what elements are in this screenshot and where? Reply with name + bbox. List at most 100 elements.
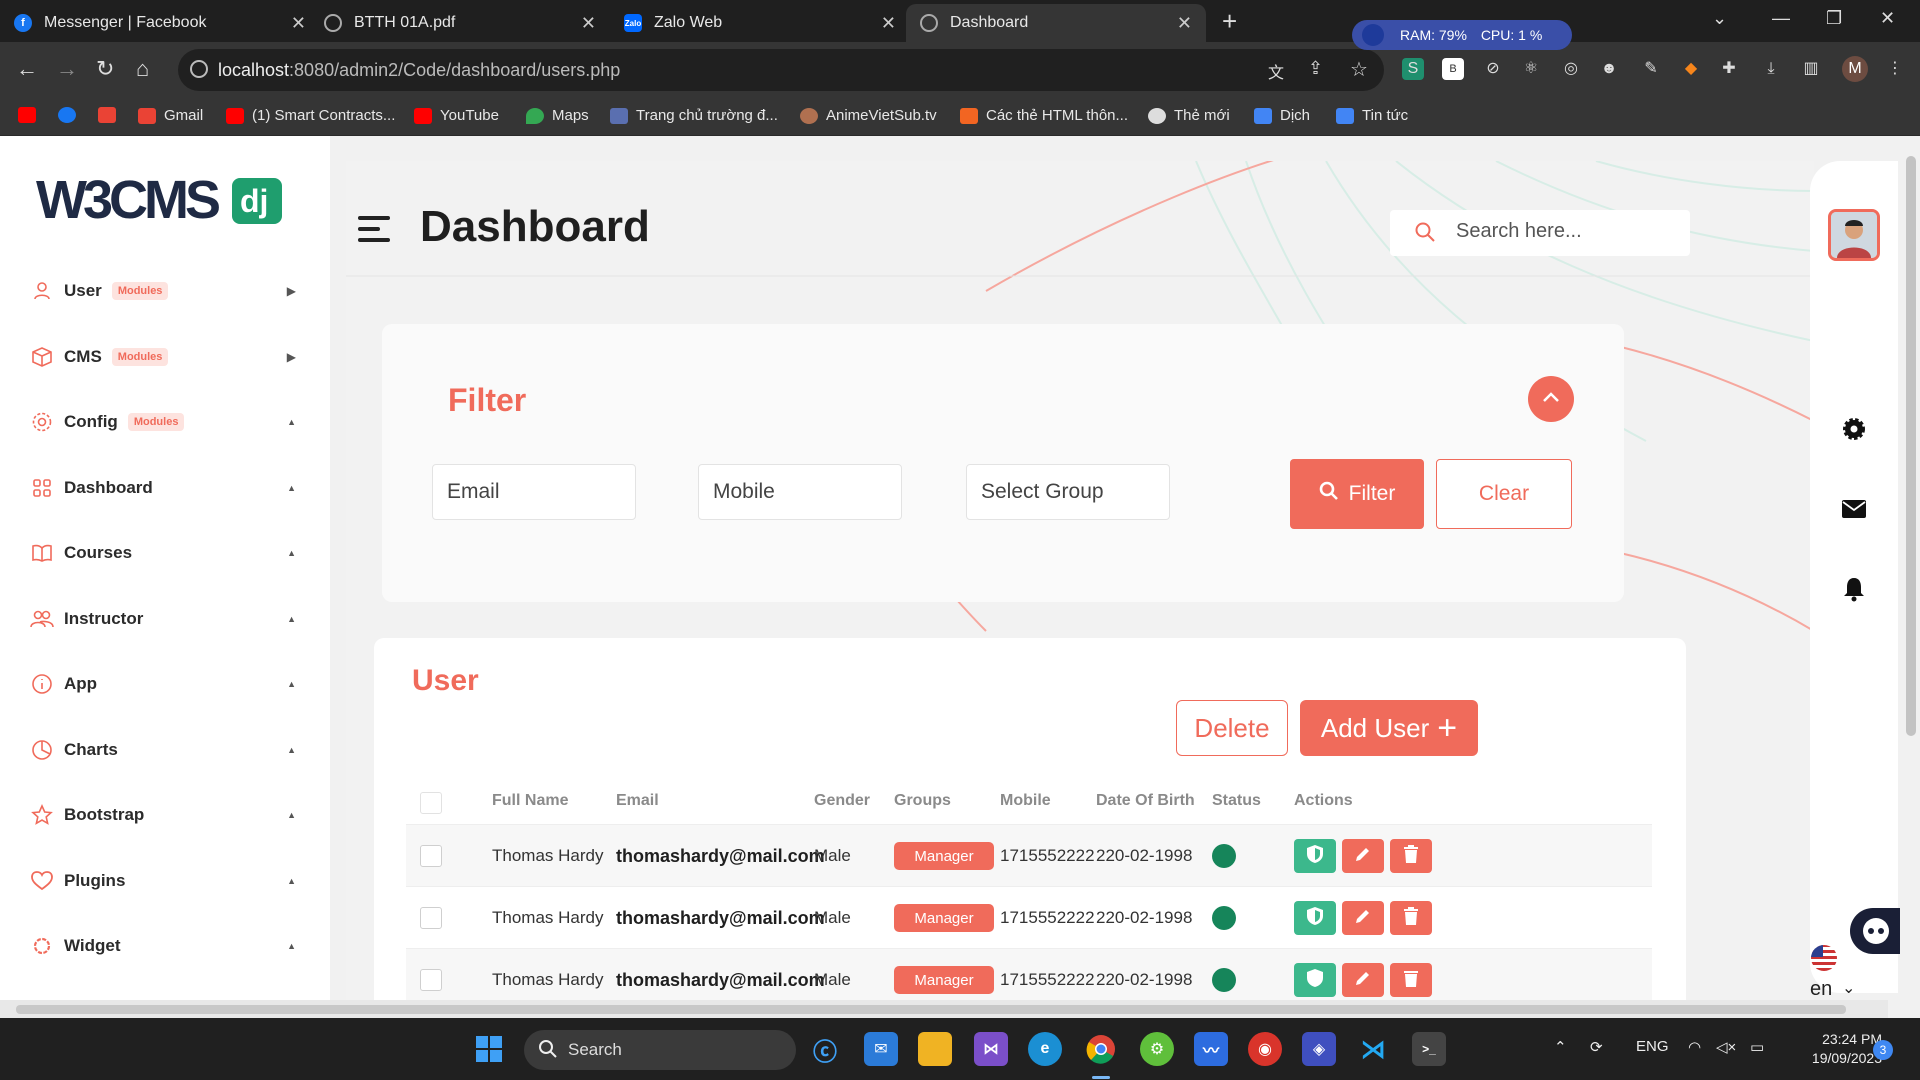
language-indicator[interactable]: ENG bbox=[1636, 1038, 1669, 1055]
bookmark-youtube-icon[interactable] bbox=[18, 107, 44, 123]
extension-off-icon[interactable]: ⊘ bbox=[1482, 58, 1504, 80]
edit-button[interactable] bbox=[1342, 963, 1384, 997]
tab-pdf[interactable]: BTTH 01A.pdf ✕ bbox=[310, 4, 610, 42]
clock[interactable]: 23:24 PM 19/09/2023 bbox=[1786, 1030, 1882, 1068]
select-all-checkbox[interactable] bbox=[420, 792, 442, 814]
translate-icon[interactable]: ⽂ bbox=[1268, 59, 1284, 83]
close-tab-icon[interactable]: ✕ bbox=[881, 13, 896, 34]
reload-icon[interactable]: ↻ bbox=[96, 56, 114, 82]
sidebar-item-config[interactable]: Config Modules ▲ bbox=[30, 407, 296, 437]
bookmark-star-icon[interactable]: ☆ bbox=[1350, 57, 1368, 82]
share-icon[interactable]: ⇪ bbox=[1308, 58, 1323, 79]
w3cms-logo[interactable]: W3CMS dj bbox=[36, 172, 282, 228]
bookmark-smart-contracts[interactable]: (1) Smart Contracts... bbox=[226, 107, 395, 124]
extension-pen-icon[interactable]: ✎ bbox=[1640, 58, 1662, 80]
app-blue-icon[interactable]: ◈ bbox=[1302, 1032, 1336, 1066]
close-window-button[interactable]: ✕ bbox=[1880, 8, 1895, 29]
tab-search-icon[interactable]: ⌄ bbox=[1712, 8, 1727, 29]
sidebar-item-widget[interactable]: Widget ▲ bbox=[30, 931, 296, 961]
horizontal-scrollbar[interactable] bbox=[0, 1000, 1888, 1018]
permission-button[interactable] bbox=[1294, 963, 1336, 997]
app-red-icon[interactable]: ◉ bbox=[1248, 1032, 1282, 1066]
table-row[interactable]: Thomas Hardy thomashardy@mail.com Male M… bbox=[406, 824, 1652, 886]
row-checkbox[interactable] bbox=[420, 907, 442, 929]
mail-app-icon[interactable]: ✉ bbox=[864, 1032, 898, 1066]
extension-s-icon[interactable]: S bbox=[1402, 58, 1424, 80]
bookmark-trang-chu[interactable]: Trang chủ trường đ... bbox=[610, 107, 778, 124]
notification-badge[interactable]: 3 bbox=[1873, 1040, 1893, 1060]
sidebar-item-bootstrap[interactable]: Bootstrap ▲ bbox=[30, 800, 296, 830]
url-bar[interactable]: localhost:8080/admin2/Code/dashboard/use… bbox=[178, 49, 1384, 91]
profile-avatar[interactable]: M bbox=[1842, 56, 1868, 82]
minimize-button[interactable]: — bbox=[1772, 8, 1790, 29]
sidebar-item-dashboard[interactable]: Dashboard ▲ bbox=[30, 473, 296, 503]
add-user-button[interactable]: Add User + bbox=[1300, 700, 1478, 756]
side-panel-icon[interactable]: ▥ bbox=[1800, 58, 1822, 80]
home-icon[interactable]: ⌂ bbox=[136, 56, 149, 82]
chevron-up-icon[interactable]: ⌃ bbox=[1554, 1038, 1567, 1056]
extension-react-icon[interactable]: ⚛ bbox=[1520, 58, 1542, 80]
wifi-icon[interactable]: ◠ bbox=[1688, 1038, 1701, 1056]
scroll-thumb[interactable] bbox=[16, 1005, 1846, 1014]
delete-row-button[interactable] bbox=[1390, 901, 1432, 935]
sidebar-item-instructor[interactable]: Instructor ▲ bbox=[30, 604, 296, 634]
new-tab-button[interactable]: + bbox=[1222, 6, 1237, 37]
bookmark-maps[interactable]: Maps bbox=[526, 107, 589, 124]
extension-fox-icon[interactable]: ◆ bbox=[1680, 58, 1702, 80]
delete-row-button[interactable] bbox=[1390, 839, 1432, 873]
row-checkbox[interactable] bbox=[420, 969, 442, 991]
terminal-icon[interactable]: >_ bbox=[1412, 1032, 1446, 1066]
sidebar-item-user[interactable]: User Modules ▶ bbox=[30, 276, 296, 306]
bookmark-new-tab[interactable]: Thẻ mới bbox=[1148, 107, 1230, 124]
chrome-icon[interactable] bbox=[1084, 1032, 1118, 1066]
mobile-filter-input[interactable] bbox=[698, 464, 902, 520]
battery-icon[interactable]: ▭ bbox=[1750, 1038, 1764, 1056]
edit-button[interactable] bbox=[1342, 839, 1384, 873]
site-info-icon[interactable] bbox=[190, 60, 208, 78]
extension-b-icon[interactable]: B bbox=[1442, 58, 1464, 80]
sidebar-item-app[interactable]: App ▲ bbox=[30, 669, 296, 699]
clear-button[interactable]: Clear bbox=[1436, 459, 1572, 529]
scroll-thumb[interactable] bbox=[1906, 156, 1916, 736]
avatar[interactable] bbox=[1828, 209, 1880, 261]
download-icon[interactable]: ⤓ bbox=[1760, 58, 1782, 80]
language-selector[interactable]: en ⌄ bbox=[1810, 944, 1870, 1004]
bookmark-animevietsub[interactable]: AnimeVietSub.tv bbox=[800, 107, 937, 124]
back-icon[interactable]: ← bbox=[16, 56, 38, 82]
bookmark-gmail[interactable]: Gmail bbox=[138, 107, 203, 124]
close-tab-icon[interactable]: ✕ bbox=[581, 13, 596, 34]
bookmark-gmail-icon[interactable] bbox=[98, 107, 124, 123]
edit-button[interactable] bbox=[1342, 901, 1384, 935]
bell-icon[interactable] bbox=[1836, 571, 1872, 607]
search-box[interactable] bbox=[1390, 210, 1690, 256]
group-select[interactable] bbox=[966, 464, 1170, 520]
forward-icon[interactable]: → bbox=[56, 56, 78, 82]
delete-button[interactable]: Delete bbox=[1176, 700, 1288, 756]
tab-dashboard[interactable]: Dashboard ✕ bbox=[906, 4, 1206, 42]
search-input[interactable] bbox=[1456, 220, 1676, 243]
collapse-filter-button[interactable] bbox=[1528, 376, 1574, 422]
sidebar-item-cms[interactable]: CMS Modules ▶ bbox=[30, 342, 296, 372]
bookmark-youtube[interactable]: YouTube bbox=[414, 107, 499, 124]
permission-button[interactable] bbox=[1294, 901, 1336, 935]
permission-button[interactable] bbox=[1294, 839, 1336, 873]
extensions-puzzle-icon[interactable]: ✚ bbox=[1718, 58, 1740, 80]
android-studio-icon[interactable]: ⚙ bbox=[1140, 1032, 1174, 1066]
tab-zalo[interactable]: Zalo Zalo Web ✕ bbox=[610, 4, 910, 42]
bookmark-facebook-icon[interactable] bbox=[58, 107, 84, 123]
windows-start-icon[interactable] bbox=[472, 1032, 506, 1066]
gear-icon[interactable] bbox=[1836, 411, 1872, 447]
cortana-icon[interactable]: ⓒ bbox=[808, 1032, 842, 1066]
bookmark-html-tags[interactable]: Các thẻ HTML thôn... bbox=[960, 107, 1128, 124]
menu-dots-icon[interactable]: ⋮ bbox=[1884, 58, 1906, 80]
bookmark-news[interactable]: Tin tức bbox=[1336, 107, 1408, 124]
edge-icon[interactable]: e bbox=[1028, 1032, 1062, 1066]
sidebar-item-courses[interactable]: Courses ▲ bbox=[30, 538, 296, 568]
tab-messenger[interactable]: f Messenger | Facebook ✕ bbox=[0, 4, 320, 42]
sidebar-item-charts[interactable]: Charts ▲ bbox=[30, 735, 296, 765]
menu-toggle-icon[interactable] bbox=[358, 216, 390, 242]
mail-icon[interactable] bbox=[1836, 491, 1872, 527]
file-explorer-icon[interactable] bbox=[918, 1032, 952, 1066]
delete-row-button[interactable] bbox=[1390, 963, 1432, 997]
vertical-scrollbar[interactable] bbox=[1902, 136, 1920, 1000]
